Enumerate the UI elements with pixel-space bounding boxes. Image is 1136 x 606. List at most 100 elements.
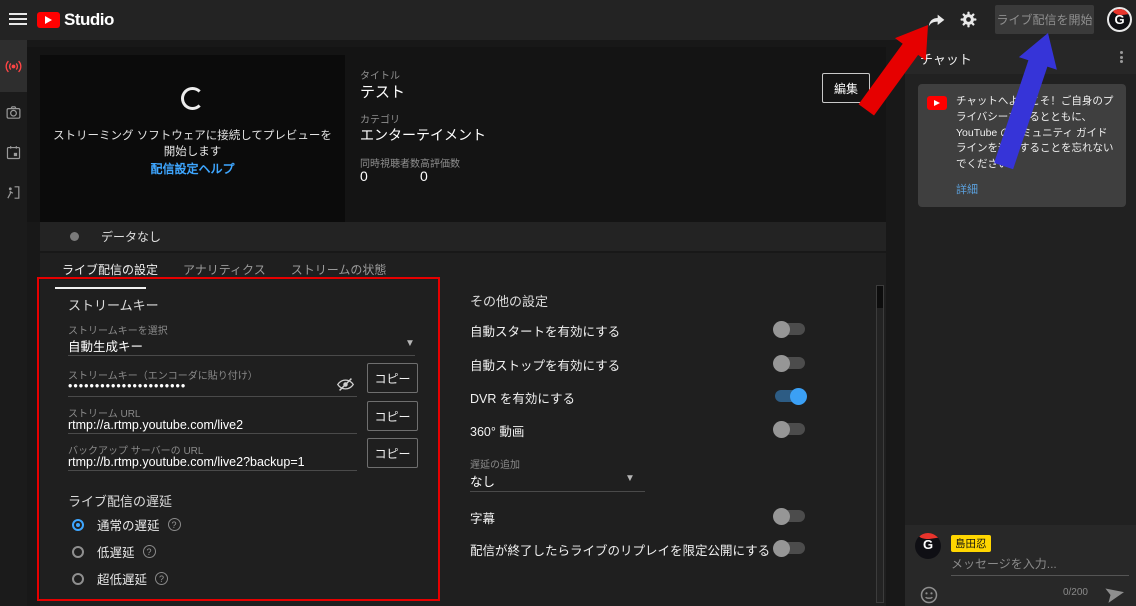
radio-icon[interactable] xyxy=(72,573,84,585)
stream-setup-help-link[interactable]: 配信設定ヘルプ xyxy=(40,160,345,177)
hamburger-menu-icon[interactable] xyxy=(9,13,27,27)
title-label: タイトル xyxy=(360,67,400,82)
copy-backup-url-button[interactable]: コピー xyxy=(367,438,418,468)
toggle-knob xyxy=(773,540,790,557)
browser-profile-icon[interactable]: G xyxy=(1107,7,1132,32)
auto-stop-label: 自動ストップを有効にする xyxy=(470,355,620,374)
sidebar-item-live-broadcast[interactable] xyxy=(0,40,27,92)
latency-option-label: 通常の遅延 xyxy=(97,515,160,534)
latency-option-label: 超低遅延 xyxy=(97,569,147,588)
stream-title: テスト xyxy=(360,81,405,102)
unlisted-replay-toggle[interactable] xyxy=(775,542,805,554)
stream-url-value: rtmp://a.rtmp.youtube.com/live2 xyxy=(68,418,243,432)
chat-input-area: G 島田忍 0/200 xyxy=(905,525,1136,606)
chat-menu-kebab-icon[interactable] xyxy=(1114,49,1128,65)
help-icon[interactable]: ? xyxy=(168,518,181,531)
youtube-play-icon xyxy=(37,12,60,28)
video-360-toggle[interactable] xyxy=(775,423,805,435)
concurrent-viewers-label: 同時視聴者数 xyxy=(360,155,420,170)
chat-details-link[interactable]: 詳細 xyxy=(956,181,1117,197)
toggle-knob xyxy=(773,421,790,438)
radio-selected-icon[interactable] xyxy=(72,519,84,531)
stream-preview-player: ストリーミング ソフトウェアに接続してプレビューを開始します 配信設定ヘルプ xyxy=(40,55,345,222)
tab-stream-settings[interactable]: ライブ配信の設定 xyxy=(55,261,165,278)
video-360-label: 360° 動画 xyxy=(470,421,524,440)
toggle-knob xyxy=(773,355,790,372)
subtitles-toggle[interactable] xyxy=(775,510,805,522)
toggle-knob xyxy=(773,321,790,338)
latency-option-normal[interactable]: 通常の遅延 ? xyxy=(72,515,181,534)
edit-button[interactable]: 編集 xyxy=(822,73,870,103)
stream-category: エンターテイメント xyxy=(360,125,486,145)
concurrent-viewers-value: 0 xyxy=(360,168,368,184)
stream-key-select-arrow-icon[interactable]: ▼ xyxy=(405,338,415,349)
backup-url-underline xyxy=(68,470,357,471)
tab-analytics[interactable]: アナリティクス xyxy=(176,261,273,278)
youtube-studio-live-dashboard: Studio ライブ配信を開始 G xyxy=(0,0,1136,606)
sidebar-item-exit[interactable] xyxy=(0,172,27,212)
added-delay-label: 遅延の追加 xyxy=(470,456,520,471)
help-icon[interactable]: ? xyxy=(143,545,156,558)
chat-title: チャット xyxy=(920,49,972,68)
chat-message-input[interactable] xyxy=(951,555,1129,576)
latency-option-ultra-low[interactable]: 超低遅延 ? xyxy=(72,569,168,588)
stream-health-row: データなし xyxy=(40,222,886,251)
calendar-icon xyxy=(5,144,22,161)
send-message-icon[interactable] xyxy=(1104,583,1126,606)
toggle-knob xyxy=(773,508,790,525)
unlisted-replay-label: 配信が終了したらライブのリプレイを限定公開にする xyxy=(470,540,770,559)
emoji-smiley-icon[interactable] xyxy=(919,585,939,606)
exit-icon xyxy=(5,184,22,201)
radio-icon[interactable] xyxy=(72,546,84,558)
loading-spinner-icon xyxy=(181,87,204,110)
chat-welcome-text: チャットへようこそ！ご自身のプライバシーを守るとともに、YouTube のコミュ… xyxy=(956,94,1117,173)
chat-user-avatar[interactable]: G xyxy=(915,533,941,559)
stream-key-select-value[interactable]: 自動生成キー xyxy=(68,336,143,355)
sidebar-item-camera[interactable] xyxy=(0,92,27,132)
preview-message: ストリーミング ソフトウェアに接続してプレビューを開始します xyxy=(50,127,335,159)
stream-key-select-underline xyxy=(68,355,415,356)
auto-stop-toggle[interactable] xyxy=(775,357,805,369)
active-tab-underline xyxy=(55,287,146,289)
studio-logo[interactable]: Studio xyxy=(37,10,114,30)
youtube-play-icon xyxy=(927,96,947,110)
added-delay-value[interactable]: なし xyxy=(470,471,495,490)
dvr-label: DVR を有効にする xyxy=(470,388,575,407)
stream-url-underline xyxy=(68,433,357,434)
start-live-button[interactable]: ライブ配信を開始 xyxy=(995,5,1094,34)
left-sidebar xyxy=(0,40,27,606)
settings-tabs: ライブ配信の設定 アナリティクス ストリームの状態 xyxy=(55,261,404,278)
panel-scrollbar[interactable] xyxy=(876,285,884,603)
status-dot-icon xyxy=(70,232,79,241)
chat-welcome-card: チャットへようこそ！ご自身のプライバシーを守るとともに、YouTube のコミュ… xyxy=(918,84,1126,207)
auto-start-toggle[interactable] xyxy=(775,323,805,335)
profile-g-glyph: G xyxy=(1109,12,1130,27)
stream-key-select-label: ストリームキーを選択 xyxy=(68,322,168,337)
subtitles-label: 字幕 xyxy=(470,508,495,527)
stream-key-heading: ストリームキー xyxy=(68,295,159,314)
latency-heading: ライブ配信の遅延 xyxy=(68,491,172,510)
share-icon[interactable] xyxy=(926,10,946,30)
other-settings-heading: その他の設定 xyxy=(470,291,548,310)
sidebar-item-calendar[interactable] xyxy=(0,132,27,172)
stream-key-underline xyxy=(68,396,357,397)
copy-stream-key-button[interactable]: コピー xyxy=(367,363,418,393)
tab-stream-health[interactable]: ストリームの状態 xyxy=(284,261,394,278)
dvr-toggle[interactable] xyxy=(775,390,805,402)
chat-panel: チャット チャットへようこそ！ご自身のプライバシーを守るとともに、YouTube… xyxy=(905,40,1136,606)
added-delay-arrow-icon[interactable]: ▼ xyxy=(625,473,635,484)
toggle-knob xyxy=(790,388,807,405)
latency-option-low[interactable]: 低遅延 ? xyxy=(72,542,156,561)
settings-gear-icon[interactable] xyxy=(959,10,979,30)
camera-icon xyxy=(5,104,22,121)
brand-text: Studio xyxy=(64,10,114,30)
added-delay-underline xyxy=(470,491,645,492)
scrollbar-thumb[interactable] xyxy=(877,286,883,308)
copy-stream-url-button[interactable]: コピー xyxy=(367,401,418,431)
top-toolbar: Studio ライブ配信を開始 G xyxy=(0,0,1136,40)
avatar-g-glyph: G xyxy=(915,537,941,552)
auto-start-label: 自動スタートを有効にする xyxy=(470,321,620,340)
stream-key-masked-value: •••••••••••••••••••••• xyxy=(68,379,186,393)
help-icon[interactable]: ? xyxy=(155,572,168,585)
char-count: 0/200 xyxy=(1063,587,1088,598)
